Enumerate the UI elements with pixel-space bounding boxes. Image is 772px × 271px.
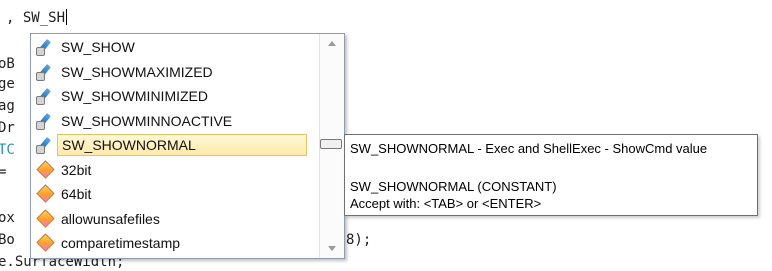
- tooltip-constant-name: SW_SHOWNORMAL (CONSTANT): [350, 179, 557, 194]
- autocomplete-popup[interactable]: SW_SHOW SW_SHOWMAXIMIZED SW_SHOWMINIMIZE…: [30, 33, 345, 259]
- autocomplete-tooltip: SW_SHOWNORMAL - Exec and ShellExec - Sho…: [344, 134, 758, 216]
- code-line: =: [0, 164, 7, 180]
- constant-icon: [31, 37, 57, 57]
- keyword-icon: [31, 184, 57, 204]
- code-line: TC: [0, 142, 15, 158]
- autocomplete-item[interactable]: SW_SHOWMINIMIZED: [31, 84, 319, 109]
- autocomplete-item-label: 32bit: [61, 161, 92, 178]
- code-line: ox: [0, 210, 15, 226]
- code-line: Bo: [0, 232, 15, 248]
- code-text: , SW_SH: [6, 10, 66, 26]
- autocomplete-item-label: SW_SHOWMAXIMIZED: [61, 63, 213, 80]
- keyword-icon: [31, 160, 57, 180]
- constant-icon: [31, 86, 57, 106]
- autocomplete-item[interactable]: SW_SHOW: [31, 35, 319, 60]
- scroll-down-arrow-icon[interactable]: [328, 246, 336, 251]
- code-line: ag: [0, 98, 15, 114]
- tooltip-connector-icon: [320, 139, 342, 149]
- autocomplete-list[interactable]: SW_SHOW SW_SHOWMAXIMIZED SW_SHOWMINIMIZE…: [31, 35, 319, 256]
- constant-icon: [31, 111, 57, 131]
- keyword-icon: [31, 233, 57, 253]
- code-line: ge: [0, 76, 15, 92]
- text-caret: [66, 9, 68, 25]
- autocomplete-item-label: SW_SHOWMINNOACTIVE: [61, 112, 233, 129]
- autocomplete-item[interactable]: comparetimestamp: [31, 231, 319, 256]
- keyword-icon: [31, 209, 57, 229]
- autocomplete-item-label: SW_SHOW: [61, 39, 135, 56]
- autocomplete-item[interactable]: SW_SHOWMAXIMIZED: [31, 60, 319, 85]
- autocomplete-item-label: SW_SHOWMINIMIZED: [61, 88, 208, 105]
- autocomplete-item[interactable]: SW_SHOWMINNOACTIVE: [31, 109, 319, 134]
- scroll-up-arrow-icon[interactable]: [328, 41, 336, 46]
- code-line: oB: [0, 56, 15, 72]
- autocomplete-item-label: comparetimestamp: [61, 235, 181, 252]
- code-line: Dr: [0, 120, 15, 136]
- autocomplete-item-selected[interactable]: SW_SHOWNORMAL: [31, 133, 319, 158]
- code-line-current[interactable]: , SW_SH: [6, 9, 68, 27]
- autocomplete-item-label: allowunsafefiles: [61, 210, 160, 227]
- autocomplete-item[interactable]: 64bit: [31, 182, 319, 207]
- autocomplete-item[interactable]: allowunsafefiles: [31, 207, 319, 232]
- tooltip-title: SW_SHOWNORMAL - Exec and ShellExec - Sho…: [350, 141, 708, 156]
- autocomplete-item[interactable]: 32bit: [31, 158, 319, 183]
- code-line-fragment: 8);: [346, 232, 372, 248]
- autocomplete-item-label: SW_SHOWNORMAL: [57, 134, 307, 157]
- constant-icon: [31, 62, 57, 82]
- autocomplete-item-label: 64bit: [61, 186, 92, 203]
- constant-icon: [31, 135, 57, 155]
- tooltip-accept-hint: Accept with: <TAB> or <ENTER>: [350, 196, 542, 211]
